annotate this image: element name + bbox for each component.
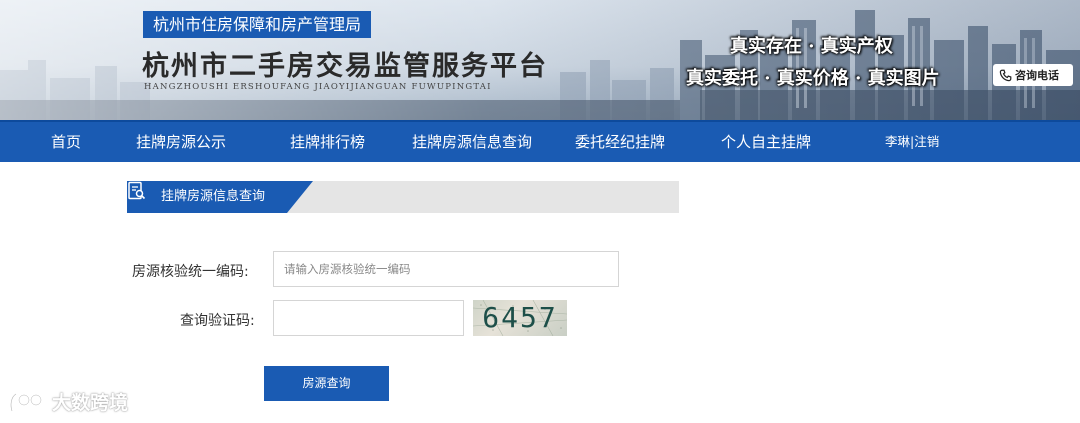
captcha-image[interactable]: 6457 [473,300,567,336]
verification-code-label: 房源核验统一编码: [132,264,249,280]
section-title: 挂牌房源信息查询 [161,189,266,204]
watermark: 大数跨境 [8,388,128,415]
slogan-line-1: 真实存在 · 真实产权 [730,36,893,57]
nav-item-ranking[interactable]: 挂牌排行榜 [290,122,365,162]
section-tab: 挂牌房源信息查询 [127,181,313,213]
phone-icon [999,69,1012,81]
watermark-text: 大数跨境 [52,392,129,414]
watermark-logo-icon [9,392,42,411]
user-logout-link[interactable]: 李琳|注销 [885,122,939,162]
consult-phone-label: 咨询电话 [1015,69,1059,82]
header-banner: 杭州市住房保障和房产管理局 杭州市二手房交易监管服务平台 HANGZHOUSHI… [0,0,1080,120]
nav-item-home[interactable]: 首页 [51,122,81,162]
consult-phone-button[interactable]: 咨询电话 [993,64,1073,86]
slogan-line-2: 真实委托 · 真实价格 · 真实图片 [686,68,940,89]
agency-name: 杭州市住房保障和房产管理局 [143,11,372,38]
nav-item-listing-query[interactable]: 挂牌房源信息查询 [412,122,532,162]
verification-code-input[interactable] [273,251,619,287]
nav-item-agent-listing[interactable]: 委托经纪挂牌 [575,122,665,162]
document-search-icon [128,181,146,200]
nav-item-listing-public[interactable]: 挂牌房源公示 [136,122,226,162]
captcha-label: 查询验证码: [180,313,255,329]
listing-query-button[interactable]: 房源查询 [264,366,389,401]
section-header: 挂牌房源信息查询 [127,181,679,213]
platform-pinyin: HANGZHOUSHI ERSHOUFANG JIAOYIJIANGUAN FU… [144,82,492,92]
main-nav: 首页 挂牌房源公示 挂牌排行榜 挂牌房源信息查询 委托经纪挂牌 个人自主挂牌 李… [0,120,1080,162]
captcha-text: 6457 [482,301,558,334]
nav-item-self-listing[interactable]: 个人自主挂牌 [721,122,811,162]
captcha-input[interactable] [273,300,464,336]
platform-title: 杭州市二手房交易监管服务平台 [142,51,548,82]
